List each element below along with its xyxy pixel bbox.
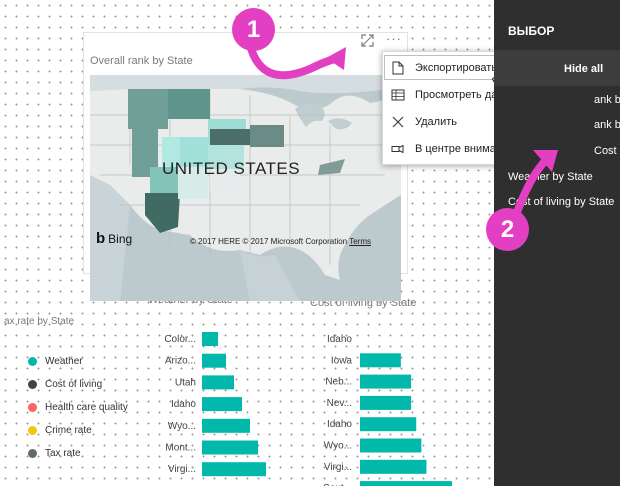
legend-label: Health care quality (45, 402, 128, 413)
category-label: Idaho (327, 334, 352, 345)
legend-item[interactable]: Crime rate (28, 419, 128, 442)
category-label: Nev... (327, 398, 352, 409)
map-visual[interactable]: Overall rank by State ··· UNITED STATES … (84, 31, 407, 301)
bar[interactable] (202, 440, 258, 455)
terms-link[interactable]: Terms (349, 237, 371, 246)
callout-2: 2 (486, 208, 529, 251)
ellipsis-icon[interactable]: ··· (386, 31, 402, 46)
hide-all-button[interactable]: Hide all (564, 63, 603, 75)
bar[interactable] (360, 417, 417, 432)
weather-bar-chart[interactable]: Weather by StateColor...Arizo...UtahIdah… (140, 290, 290, 486)
bar[interactable] (202, 418, 250, 433)
category-label: Color... (164, 334, 196, 345)
pane-item[interactable]: ank by State (594, 119, 620, 131)
legend-item[interactable]: Cost of living (28, 373, 128, 396)
map-copyright: © 2017 HERE © 2017 Microsoft Corporation… (190, 237, 371, 246)
legend-label: Weather (45, 356, 83, 367)
category-label: Arizo... (165, 356, 196, 367)
bar[interactable] (202, 375, 234, 390)
menu-item-label: Удалить (415, 115, 457, 128)
legend: Weather Cost of living Health care quality… (28, 350, 128, 465)
legend-item[interactable]: Health care quality (28, 396, 128, 419)
bar[interactable] (202, 332, 218, 346)
legend-swatch (28, 357, 37, 366)
expand-icon[interactable] (361, 34, 374, 50)
bar[interactable] (360, 353, 401, 368)
map-country-label: UNITED STATES (162, 159, 301, 178)
category-label: Idaho (327, 419, 352, 430)
category-label: Mont... (165, 443, 196, 454)
us-map-graphic (90, 75, 401, 301)
export-icon (391, 61, 405, 75)
bing-b-icon: b (96, 230, 106, 247)
legend-label: Tax rate (45, 448, 81, 459)
category-label: Virgi... (324, 462, 352, 473)
pane-title: ВЫБОР (508, 24, 555, 38)
legend-label: Cost of living (45, 379, 103, 390)
pane-item[interactable]: Weather by State (508, 171, 593, 183)
legend-label: Crime rate (45, 425, 92, 436)
pane-item[interactable]: ank by State (594, 94, 620, 106)
bar[interactable] (360, 374, 412, 389)
bar[interactable] (360, 395, 412, 410)
copyright-text: © 2017 HERE © 2017 Microsoft Corporation (189, 237, 348, 246)
legend-swatch (28, 449, 37, 458)
callout-1: 1 (232, 8, 275, 51)
bar[interactable] (202, 397, 242, 412)
bing-logo: b Bing (96, 230, 132, 247)
close-icon (391, 115, 405, 129)
bar[interactable] (202, 462, 266, 477)
category-label: Neb... (325, 377, 352, 388)
legend-visual-title: ax rate by State (4, 316, 75, 327)
category-label: Iowa (331, 355, 353, 366)
pane-item[interactable]: Cost of living (594, 145, 620, 157)
bing-label: Bing (108, 231, 133, 246)
pane-item[interactable]: Cost of living by State (508, 196, 614, 208)
bar[interactable] (360, 438, 422, 453)
cost-of-living-bar-chart[interactable]: Cost of living by StateIdahoIowaNeb...Ne… (300, 290, 460, 486)
legend-swatch (28, 403, 37, 412)
legend-item[interactable]: Weather (28, 350, 128, 373)
legend-item[interactable]: Tax rate (28, 442, 128, 465)
legend-swatch (28, 426, 37, 435)
table-icon (391, 88, 405, 102)
bar[interactable] (360, 459, 427, 474)
map-visual-title: Overall rank by State (90, 55, 193, 67)
report-canvas: ax rate by State Weather Cost of living He… (0, 0, 620, 486)
category-label: Wyo... (168, 421, 196, 432)
legend-swatch (28, 380, 37, 389)
category-label: Virgi... (168, 464, 196, 475)
category-label: Idaho (171, 399, 196, 410)
spotlight-icon (391, 142, 405, 156)
category-label: Wyo... (324, 441, 352, 452)
bar[interactable] (360, 481, 452, 486)
map-area[interactable]: UNITED STATES b Bing © 2017 HERE © 2017 … (90, 75, 401, 301)
category-label: Utah (175, 377, 196, 388)
bar[interactable] (202, 353, 226, 368)
